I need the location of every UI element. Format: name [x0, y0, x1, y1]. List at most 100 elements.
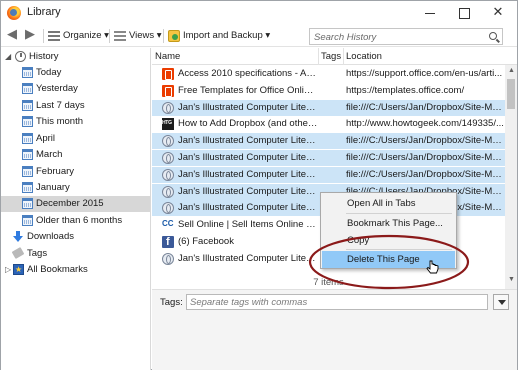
sidebar-item-february[interactable]: February — [1, 164, 150, 180]
expand-triangle-icon[interactable]: ▷ — [5, 262, 11, 278]
calendar-icon — [22, 133, 33, 144]
sidebar-item-yesterday[interactable]: Yesterday — [1, 81, 150, 97]
calendar-icon — [22, 83, 33, 94]
facebook-icon — [162, 234, 174, 250]
firefox-icon — [7, 6, 21, 20]
window-title: Library — [27, 6, 61, 18]
row-name: Free Templates for Office Online ... — [178, 84, 318, 96]
row-name: Jan's Illustrated Computer Litera... — [178, 202, 318, 214]
table-row[interactable]: Access 2010 specifications - Access https… — [152, 66, 505, 82]
row-name: Sell Online | Sell Items Online | Ac... — [178, 219, 318, 231]
vertical-scrollbar[interactable]: ▲ ▼ — [505, 65, 517, 289]
office-icon — [162, 68, 174, 80]
scroll-thumb[interactable] — [507, 79, 515, 109]
maximize-button[interactable] — [447, 1, 481, 25]
sidebar-item-label: Yesterday — [36, 83, 78, 94]
library-window: Library ✕ ◀ ▶ Organize ▾ Views ▾ Import … — [0, 0, 518, 370]
menu-separator — [346, 249, 452, 250]
row-location: file:///C:/Users/Jan/Dropbox/Site-Mo... — [346, 101, 505, 113]
table-row[interactable]: Jan's Illustrated Computer Litera... file… — [152, 150, 505, 166]
sidebar-item-older-than-6-months[interactable]: Older than 6 months — [1, 213, 150, 229]
tags-label: Tags: — [160, 297, 183, 308]
row-location: https://templates.office.com/ — [346, 84, 465, 96]
tags-dropdown-button[interactable] — [493, 294, 509, 310]
column-header-name[interactable]: Name — [155, 50, 180, 64]
sidebar-item-label: January — [36, 182, 70, 193]
scroll-down-icon[interactable]: ▼ — [508, 276, 515, 283]
sidebar-item-history[interactable]: ◢ History — [1, 49, 150, 65]
menu-item-open-all-in-tabs[interactable]: Open All in Tabs — [322, 195, 455, 212]
minimize-button[interactable] — [413, 1, 447, 25]
sidebar-item-label: Tags — [27, 248, 48, 259]
table-row[interactable]: Jan's Illustrated Computer Litera... file… — [152, 133, 505, 150]
import-backup-button[interactable]: Import and Backup ▾ — [183, 29, 270, 43]
sidebar-item-label: Today — [36, 67, 62, 78]
search-box[interactable] — [309, 28, 503, 45]
search-input[interactable] — [314, 31, 474, 43]
hand-cursor-icon — [426, 260, 439, 274]
sidebar-item-today[interactable]: Today — [1, 65, 150, 81]
calendar-icon — [22, 198, 33, 209]
organize-button[interactable]: Organize ▾ — [63, 29, 109, 43]
import-backup-icon — [168, 30, 180, 42]
sidebar-item-tags[interactable]: Tags — [1, 246, 150, 262]
tags-field[interactable] — [186, 294, 488, 310]
table-row[interactable]: Jan's Illustrated Computer Litera... file… — [152, 166, 505, 183]
table-row[interactable]: Jan's Illustrated Computer Litera... file… — [152, 99, 505, 116]
scroll-up-icon[interactable]: ▲ — [508, 67, 515, 74]
calendar-icon — [22, 67, 33, 78]
sidebar-item-label: All Bookmarks — [27, 264, 88, 275]
row-location: file:///C:/Users/Jan/Dropbox/Site-Mo... — [346, 168, 505, 180]
back-button[interactable]: ◀ — [7, 27, 17, 41]
globe-icon — [162, 101, 174, 114]
sidebar-item-downloads[interactable]: Downloads — [1, 229, 150, 245]
sidebar-item-label: This month — [36, 116, 83, 127]
row-location: http://www.howtogeek.com/149335/... — [346, 118, 504, 130]
sidebar-item-label: April — [36, 133, 56, 144]
views-icon — [114, 31, 126, 41]
calendar-icon — [22, 166, 33, 177]
column-header-location[interactable]: Location — [346, 50, 382, 64]
tags-input[interactable] — [190, 297, 480, 308]
close-button[interactable]: ✕ — [481, 1, 515, 25]
sidebar-item-december-2015[interactable]: December 2015 — [1, 196, 150, 212]
title-bar: Library ✕ — [1, 1, 517, 25]
calendar-icon — [22, 149, 33, 160]
sidebar-item-march[interactable]: March — [1, 147, 150, 163]
sidebar-item-label: Older than 6 months — [36, 215, 123, 226]
history-icon — [15, 51, 26, 62]
sidebar-item-all-bookmarks[interactable]: ▷ All Bookmarks — [1, 262, 150, 278]
column-divider[interactable] — [318, 48, 319, 65]
sidebar-item-label: February — [36, 166, 75, 177]
sidebar-item-last-7-days[interactable]: Last 7 days — [1, 98, 150, 114]
globe-icon — [162, 152, 174, 164]
row-location: https://support.office.com/en-us/arti... — [346, 68, 503, 79]
sidebar-item-label: Downloads — [27, 231, 74, 242]
context-menu: Open All in Tabs Bookmark This Page... C… — [320, 192, 457, 269]
column-header-tags[interactable]: Tags — [321, 50, 341, 64]
toolbar: ◀ ▶ Organize ▾ Views ▾ Import and Backup… — [1, 25, 517, 47]
sidebar-item-this-month[interactable]: This month — [1, 114, 150, 130]
column-header-row: Name Tags Location — [152, 48, 517, 65]
menu-item-copy[interactable]: Copy — [322, 232, 455, 249]
row-name: Jan's Illustrated Computer Litera... — [178, 152, 318, 163]
arrow-left-icon: ◀ — [7, 26, 17, 41]
menu-item-bookmark-this-page[interactable]: Bookmark This Page... — [322, 215, 455, 232]
row-name: Jan's Illustrated Computer Litera... — [178, 185, 318, 197]
sidebar-item-january[interactable]: January — [1, 180, 150, 196]
sidebar-item-april[interactable]: April — [1, 131, 150, 147]
organize-icon — [48, 31, 60, 41]
globe-icon — [162, 252, 174, 265]
views-button[interactable]: Views ▾ — [129, 29, 162, 43]
table-row[interactable]: How to Add Dropbox (and other ... http://… — [152, 116, 505, 132]
forward-button[interactable]: ▶ — [25, 27, 35, 41]
details-pane: 7 items Tags: — [152, 277, 517, 370]
table-row[interactable]: Free Templates for Office Online ... http… — [152, 83, 505, 99]
collapse-triangle-icon[interactable]: ◢ — [5, 49, 11, 65]
bookmarks-icon — [13, 262, 24, 278]
row-name: Jan's Illustrated Computer Litera... — [178, 252, 318, 264]
row-name: (6) Facebook — [178, 236, 234, 247]
sidebar-item-label: History — [29, 51, 59, 62]
column-divider[interactable] — [343, 48, 344, 65]
toolbar-divider — [109, 29, 110, 43]
